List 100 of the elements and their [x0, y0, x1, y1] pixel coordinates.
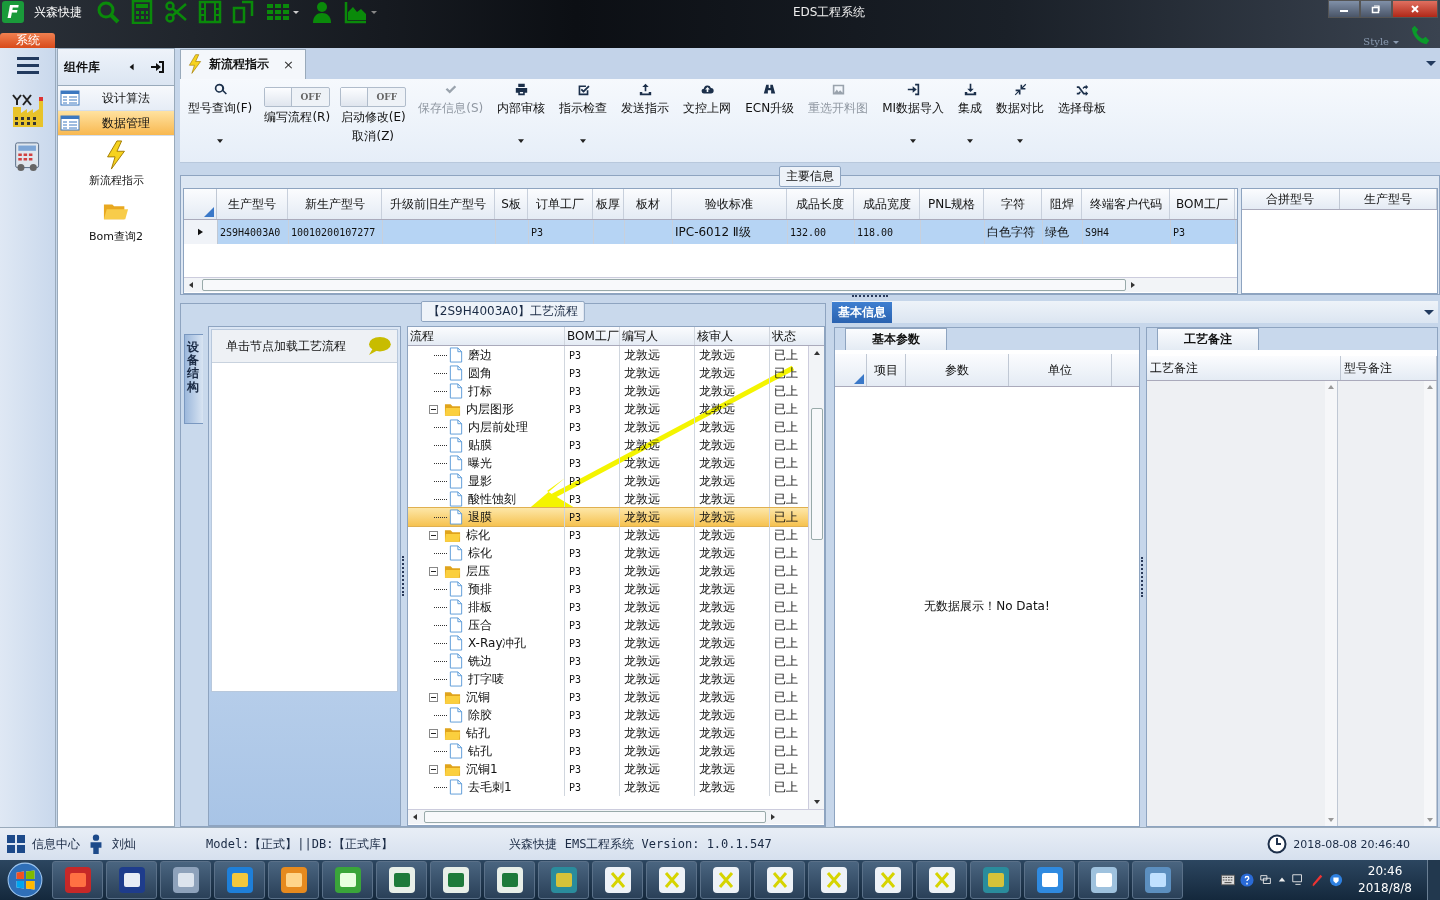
component-label[interactable]: Bom查询2 [89, 229, 143, 244]
table-cell: 已上 [774, 454, 798, 472]
column-header[interactable]: BOM工厂 [1170, 189, 1235, 220]
column-header[interactable]: 生产型号 [217, 189, 288, 220]
table-cell: 龙敦远 [699, 382, 735, 400]
toggle-label: 启动修改(E) [340, 108, 406, 126]
tree-row[interactable]: 排板 P3 龙敦远 龙敦远 已上 [408, 598, 808, 616]
ribbon-button[interactable]: 发送指示 [619, 82, 672, 117]
ribbon-button[interactable]: 集成 [956, 82, 985, 143]
table-cell: 龙敦远 [699, 508, 735, 526]
column-header[interactable]: 型号备注 [1341, 356, 1437, 380]
column-header[interactable]: 成品长度 [787, 189, 854, 220]
component-label[interactable]: 新流程指示 [88, 173, 144, 188]
tree-row[interactable]: 打字唛 P3 龙敦远 龙敦远 已上 [408, 670, 808, 688]
tree-row[interactable]: 预排 P3 龙敦远 龙敦远 已上 [408, 580, 808, 598]
column-header[interactable]: 单位 [1009, 354, 1112, 386]
column-header[interactable]: 状态 [770, 327, 808, 345]
column-header[interactable]: 项目 [867, 354, 906, 386]
column-header[interactable]: 新生产型号 [288, 189, 382, 220]
column-header[interactable]: 板厚 [593, 189, 624, 220]
table-cell: P3 [569, 349, 582, 361]
table-cell: 已上 [774, 436, 798, 454]
column-header[interactable]: 板材 [624, 189, 672, 220]
panel-tab[interactable]: 工艺备注 [1157, 328, 1259, 350]
close-button[interactable]: × [283, 56, 294, 72]
ribbon-button[interactable]: 选择母板 [1056, 82, 1109, 117]
column-header[interactable]: BOM工厂 [565, 327, 620, 345]
category-item[interactable]: 设计算法 [58, 86, 174, 111]
table-cell: 已上 [774, 490, 798, 508]
ribbon-button[interactable]: MI数据导入 [880, 82, 947, 143]
table-cell: 龙敦远 [624, 670, 660, 688]
document-tab[interactable]: 新流程指示 × [180, 48, 306, 79]
tree-node-label: 去毛刺1 [468, 778, 512, 796]
toggle-switch[interactable]: OFF [340, 86, 407, 107]
table-cell: IPC-6012 Ⅱ级 [675, 223, 751, 241]
tree-row[interactable]: 退膜 P3 龙敦远 龙敦远 已上 [408, 508, 808, 526]
column-header[interactable]: 验收标准 [672, 189, 787, 220]
column-header[interactable]: 阻焊 [1042, 189, 1082, 220]
tree-row[interactable]: 沉铜1 P3 龙敦远 龙敦远 已上 [408, 760, 808, 778]
tree-row[interactable]: 层压 P3 龙敦远 龙敦远 已上 [408, 562, 808, 580]
column-header[interactable]: 工艺备注 [1147, 356, 1341, 380]
table-cell: P3 [531, 226, 544, 238]
tree-row[interactable]: 钻孔 P3 龙敦远 龙敦远 已上 [408, 724, 808, 742]
column-header[interactable]: 合拼型号 [1242, 189, 1340, 210]
column-header[interactable]: 生产型号 [1339, 189, 1437, 210]
tree-node-label: 圆角 [468, 364, 492, 382]
tree-node-label: 钻孔 [466, 724, 490, 742]
tree-row[interactable]: 除胶 P3 龙敦远 龙敦远 已上 [408, 706, 808, 724]
tree-row[interactable]: 打标 P3 龙敦远 龙敦远 已上 [408, 382, 808, 400]
category-item[interactable]: 数据管理 [58, 111, 174, 136]
column-header[interactable]: S板 [495, 189, 528, 220]
tree-row[interactable]: 钻孔 P3 龙敦远 龙敦远 已上 [408, 742, 808, 760]
column-header[interactable]: 升级前旧生产型号 [382, 189, 495, 220]
panel-tab[interactable]: 基本信息 [832, 302, 892, 323]
column-header[interactable]: 成品宽度 [854, 189, 920, 220]
table-row[interactable]: 2S9H4003A0 10010200107277 P3 IPC-6012 Ⅱ级 132.00 118.00 白色字符 绿色 S9H4 P3 [184, 220, 1237, 245]
toggle-switch[interactable]: OFF [264, 86, 331, 107]
column-header[interactable]: 字符 [984, 189, 1042, 220]
column-header[interactable]: 编写人 [620, 327, 695, 345]
table-cell: 132.00 [790, 226, 827, 238]
tree-row[interactable]: 棕化 P3 龙敦远 龙敦远 已上 [408, 544, 808, 562]
table-cell: 已上 [774, 670, 798, 688]
ribbon-button[interactable]: 型号查询(F) [186, 82, 255, 143]
table-cell: 已上 [774, 508, 798, 526]
tree-row[interactable]: 沉铜 P3 龙敦远 龙敦远 已上 [408, 688, 808, 706]
tree-node-label: 铣边 [468, 652, 492, 670]
side-tab[interactable]: 设备结构 [184, 334, 203, 424]
ribbon-button[interactable]: ECN升级 [743, 82, 797, 117]
column-header[interactable]: 参数 [906, 354, 1009, 386]
table-cell: 龙敦远 [624, 472, 660, 490]
column-header[interactable]: 核审人 [695, 327, 770, 345]
column-header[interactable]: 终端客户代码 [1082, 189, 1170, 220]
table-cell: 龙敦远 [624, 580, 660, 598]
tree-row[interactable]: 磨边 P3 龙敦远 龙敦远 已上 [408, 346, 808, 364]
taskbar-clock[interactable]: 20:46 2018/8/8 [1358, 863, 1412, 897]
tree-row[interactable]: 内层前处理 P3 龙敦远 龙敦远 已上 [408, 418, 808, 436]
table-cell: 龙敦远 [699, 580, 735, 598]
ribbon-button[interactable]: 数据对比 [994, 82, 1047, 143]
column-header[interactable]: 流程 [408, 327, 565, 345]
tree-node-label: 显影 [468, 472, 492, 490]
table-cell: 龙敦远 [699, 652, 735, 670]
tree-node-label: X-Ray冲孔 [468, 634, 527, 652]
style-menu[interactable]: Style [1363, 36, 1389, 47]
table-cell: 已上 [774, 562, 798, 580]
ribbon-button[interactable]: 文控上网 [681, 82, 734, 117]
column-header[interactable]: PNL规格 [920, 189, 984, 220]
tab-label[interactable]: 新流程指示 [209, 55, 269, 73]
info-center-link[interactable]: 信息中心 [32, 835, 80, 853]
tree-row[interactable]: 棕化 P3 龙敦远 龙敦远 已上 [408, 526, 808, 544]
ribbon-button[interactable]: 内部审核 [495, 82, 548, 143]
tree-row[interactable]: X-Ray冲孔 P3 龙敦远 龙敦远 已上 [408, 634, 808, 652]
tree-row[interactable]: 去毛刺1 P3 龙敦远 龙敦远 已上 [408, 778, 808, 796]
tree-row[interactable]: 曝光 P3 龙敦远 龙敦远 已上 [408, 454, 808, 472]
panel-tab[interactable]: 基本参数 [845, 328, 947, 350]
table-cell: 龙敦远 [624, 742, 660, 760]
table-cell: 龙敦远 [624, 562, 660, 580]
ribbon-button[interactable]: 指示检查 [557, 82, 610, 143]
column-header[interactable]: 订单工厂 [528, 189, 593, 220]
tree-row[interactable]: 压合 P3 龙敦远 龙敦远 已上 [408, 616, 808, 634]
tree-row[interactable]: 铣边 P3 龙敦远 龙敦远 已上 [408, 652, 808, 670]
